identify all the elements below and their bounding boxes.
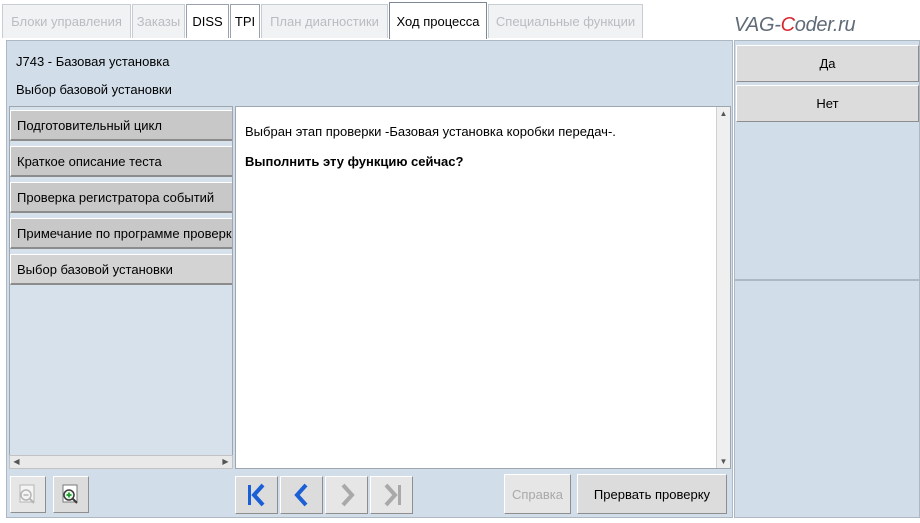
list-item-program-note[interactable]: Примечание по программе проверки xyxy=(10,218,232,249)
tab-tpi[interactable]: TPI xyxy=(230,4,260,38)
previous-step-button[interactable] xyxy=(280,476,323,514)
zoom-in-button[interactable] xyxy=(53,476,89,513)
previous-icon xyxy=(293,483,307,507)
next-icon xyxy=(341,483,355,507)
message-question: Выполнить эту функцию сейчас? xyxy=(245,154,464,169)
watermark-logo: VAG-Coder.ru xyxy=(734,14,856,36)
list-horizontal-scrollbar[interactable]: ◀ ▶ xyxy=(9,455,233,469)
scroll-right-icon[interactable]: ▶ xyxy=(219,456,232,468)
tab-diss[interactable]: DISS xyxy=(186,4,229,38)
next-step-button[interactable] xyxy=(325,476,368,514)
list-item-basic-setting[interactable]: Выбор базовой установки xyxy=(10,254,232,285)
scroll-up-icon[interactable]: ▲ xyxy=(717,107,730,120)
list-item-test-description[interactable]: Краткое описание теста xyxy=(10,146,232,177)
tab-bar: Блоки управления Заказы DISS TPI План ди… xyxy=(0,0,920,40)
right-panel: Да Нет xyxy=(734,40,920,518)
tab-special-functions: Специальные функции xyxy=(488,4,643,38)
yes-button[interactable]: Да xyxy=(736,45,919,82)
function-subtitle: Выбор базовой установки xyxy=(16,82,172,97)
zoom-out-button[interactable] xyxy=(10,476,46,513)
zoom-in-icon xyxy=(62,484,78,504)
list-item-event-recorder[interactable]: Проверка регистратора событий xyxy=(10,182,232,213)
scroll-down-icon[interactable]: ▼ xyxy=(717,455,730,468)
first-step-button[interactable] xyxy=(235,476,278,514)
abort-test-button-label: Прервать проверку xyxy=(593,486,711,502)
help-button-label: Справка xyxy=(512,486,563,502)
tab-process[interactable]: Ход процесса xyxy=(389,2,487,39)
message-text: Выбран этап проверки -Базовая установка … xyxy=(245,124,616,139)
last-step-button[interactable] xyxy=(370,476,413,514)
help-button[interactable]: Справка xyxy=(504,474,571,514)
tab-orders: Заказы xyxy=(132,4,185,38)
yes-button-label: Да xyxy=(819,56,836,71)
main-panel: J743 - Базовая установка Выбор базовой у… xyxy=(6,40,733,518)
function-title: J743 - Базовая установка xyxy=(16,54,170,69)
right-panel-divider xyxy=(735,279,920,281)
no-button[interactable]: Нет xyxy=(736,85,919,122)
tab-control-units: Блоки управления xyxy=(2,4,131,38)
tab-diagnostic-plan: План диагностики xyxy=(261,4,388,38)
test-step-list: Подготовительный цикл Краткое описание т… xyxy=(9,106,233,468)
list-item-preparation-cycle[interactable]: Подготовительный цикл xyxy=(10,110,232,141)
no-button-label: Нет xyxy=(816,96,839,111)
abort-test-button[interactable]: Прервать проверку xyxy=(577,474,727,514)
last-page-icon xyxy=(384,483,401,507)
scroll-left-icon[interactable]: ◀ xyxy=(10,456,23,468)
message-vertical-scrollbar[interactable]: ▲ ▼ xyxy=(716,107,730,468)
zoom-out-icon xyxy=(19,484,35,504)
first-page-icon xyxy=(247,483,264,507)
message-area: Выбран этап проверки -Базовая установка … xyxy=(235,106,731,469)
